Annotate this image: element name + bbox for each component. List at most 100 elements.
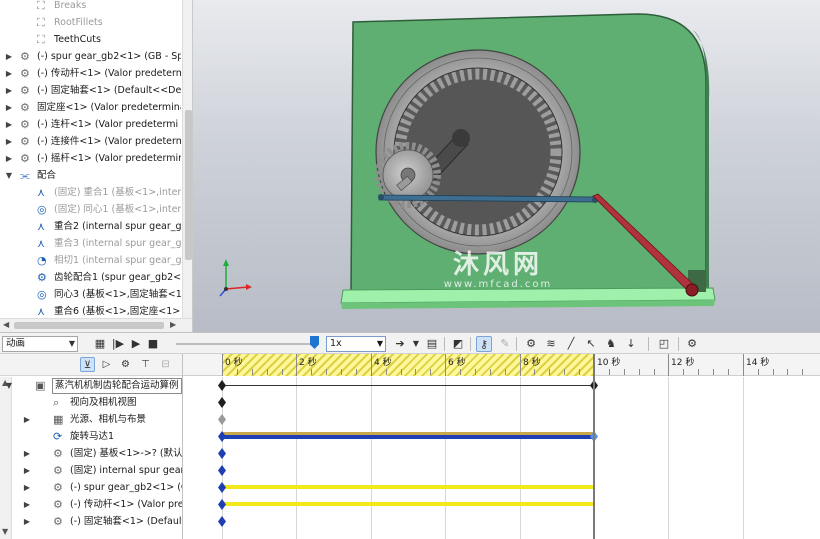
filter-collapse-icon[interactable]: ⊟ [158, 357, 173, 372]
component-motion-bar[interactable] [222, 502, 594, 506]
motion-tree-item[interactable]: ▶ ⚙ (-) 传动杆<1> (Valor pre [0, 496, 182, 513]
expand-arrow-icon[interactable]: ▶ [22, 462, 32, 479]
keyframe-marker[interactable] [218, 397, 226, 408]
feature-tree-item[interactable]: ◔ 相切1 (internal spur gear_gb [0, 252, 181, 269]
calculate-icon[interactable]: ▦ [92, 336, 108, 352]
collapse-arrow-icon[interactable]: ▼ [4, 167, 14, 184]
animation-wizard-icon[interactable]: ◩ [450, 336, 466, 352]
spring-icon[interactable]: ≋ [543, 336, 559, 352]
timeline-ruler[interactable]: 0 秒 2 秒 4 秒 6 秒 8 秒 10 秒 12 秒 14 秒 [183, 354, 820, 376]
autokey-icon[interactable]: ⚷ [476, 336, 492, 352]
scroll-left-icon[interactable]: ◀ [3, 320, 9, 329]
feature-tree-item[interactable]: ⛶ TeethCuts [0, 31, 181, 48]
motor-icon[interactable]: ⚙ [523, 336, 539, 352]
expand-arrow-icon[interactable]: ▶ [4, 82, 14, 99]
motion-tree-item[interactable]: ▶ ⚙ (固定) 基板<1>->? (默认< [0, 445, 182, 462]
feature-tree-item[interactable]: ⋏ (固定) 重合1 (基板<1>,interna [0, 184, 181, 201]
filter-driving-icon[interactable]: ▷ [99, 357, 114, 372]
study-type-select[interactable]: 动画 ▼ [2, 336, 78, 352]
feature-tree-item[interactable]: ▼ ⫘ 配合 [0, 167, 181, 184]
feature-tree-item[interactable]: ⋏ 重合2 (internal spur gear_gb [0, 218, 181, 235]
chevron-down-icon[interactable]: ▼ [377, 337, 383, 351]
expand-arrow-icon[interactable]: ▶ [22, 496, 32, 513]
graphics-viewport[interactable]: 沐风网 www.mfcad.com [193, 0, 820, 332]
filter-selected-icon[interactable]: ⚙ [118, 357, 133, 372]
feature-tree-item[interactable]: ▶ ⚙ (-) 摇杆<1> (Valor predetermina [0, 150, 181, 167]
chevron-down-icon[interactable]: ▼ [69, 337, 75, 351]
keyframe-marker[interactable] [218, 448, 226, 459]
expand-arrow-icon[interactable]: ▶ [4, 116, 14, 133]
feature-tree-item[interactable]: ▶ ⚙ (-) 连杆<1> (Valor predetermi [0, 116, 181, 133]
keyframe-marker[interactable] [218, 482, 226, 493]
expand-arrow-icon[interactable]: ▶ [4, 99, 14, 116]
expand-arrow-icon[interactable]: ▶ [4, 133, 14, 150]
ruler-minor-tick [326, 369, 327, 375]
playback-speed-select[interactable]: 1x ▼ [326, 336, 386, 352]
feature-tree-item[interactable]: ▶ ⚙ (-) 传动杆<1> (Valor predetermi [0, 65, 181, 82]
feature-tree-item[interactable]: ▶ ⚙ 固定座<1> (Valor predeterminad [0, 99, 181, 116]
study-properties-icon[interactable]: ⚙ [684, 336, 700, 352]
feature-tree-item[interactable]: ⚙ 齿轮配合1 (spur gear_gb2<1 [0, 269, 181, 286]
scrollbar-thumb[interactable] [185, 110, 192, 260]
filter-animated-icon[interactable]: ⊻ [80, 357, 95, 372]
damper-icon[interactable]: ╱ [563, 336, 579, 352]
tree-vertical-scrollbar[interactable] [182, 0, 192, 318]
add-key-icon[interactable]: ✎ [497, 336, 513, 352]
motion-tree-item[interactable]: ▼ ▣ 蒸汽机机制齿轮配合运动算例 [0, 377, 182, 394]
chevron-down-icon[interactable]: ▼ [408, 336, 424, 352]
playback-mode-icon[interactable]: ➔ [392, 336, 408, 352]
motion-tree-label: 旋转马达1 [70, 431, 115, 442]
keyframe-marker[interactable] [218, 499, 226, 510]
expand-arrow-icon[interactable]: ▶ [22, 513, 32, 530]
feature-tree-item[interactable]: ⛶ RootFillets [0, 14, 181, 31]
results-plots-icon[interactable]: ◰ [656, 336, 672, 352]
expand-arrow-icon[interactable]: ▶ [22, 445, 32, 462]
motion-tree-item[interactable]: ▶ ⚙ (固定) internal spur gear [0, 462, 182, 479]
ruler-minor-tick [639, 369, 640, 375]
playback-slider-thumb[interactable] [310, 336, 319, 349]
ruler-minor-tick [475, 369, 476, 375]
playback-slider[interactable] [176, 343, 316, 345]
expand-arrow-icon[interactable]: ▶ [4, 150, 14, 167]
feature-tree-item[interactable]: ⛶ Breaks [0, 0, 181, 14]
time-bar[interactable] [593, 354, 595, 539]
keyframe-marker[interactable] [218, 380, 226, 391]
expand-arrow-icon[interactable]: ▶ [22, 479, 32, 496]
collapse-arrow-icon[interactable]: ▼ [4, 377, 14, 394]
ruler-minor-tick [683, 369, 684, 375]
contact-icon[interactable]: ♞ [603, 336, 619, 352]
feature-tree-item[interactable]: ▶ ⚙ (-) 连接件<1> (Valor predetermi [0, 133, 181, 150]
motion-tree-item[interactable]: ▶ ⚙ (-) spur gear_gb2<1> (G [0, 479, 182, 496]
feature-tree-item[interactable]: ▶ ⚙ (-) 固定轴套<1> (Default<<Defau [0, 82, 181, 99]
motion-tree-item[interactable]: ⌕ 视向及相机视图 [0, 394, 182, 411]
expand-arrow-icon[interactable]: ▶ [4, 48, 14, 65]
scroll-right-icon[interactable]: ▶ [170, 320, 176, 329]
gravity-icon[interactable]: ↓ [623, 336, 639, 352]
save-animation-icon[interactable]: ▤ [424, 336, 440, 352]
filter-results-icon[interactable]: ⊤ [138, 357, 153, 372]
part-icon: ⚙ [53, 515, 63, 528]
motor-timeline-bar[interactable] [222, 435, 594, 439]
feature-tree-item[interactable]: ◎ 同心3 (基板<1>,固定轴套<1> [0, 286, 181, 303]
expand-arrow-icon[interactable]: ▶ [4, 65, 14, 82]
tree-horizontal-scrollbar[interactable]: ◀ ▶ [0, 318, 192, 332]
feature-tree-item[interactable]: ▶ ⚙ (-) spur gear_gb2<1> (GB - Spu [0, 48, 181, 65]
expand-arrow-icon[interactable]: ▶ [22, 411, 32, 428]
motion-tree-item[interactable]: ⟳ 旋转马达1 [0, 428, 182, 445]
motion-tree-item[interactable]: ▶ ▦ 光源、相机与布景 [0, 411, 182, 428]
axis-triad [219, 259, 252, 297]
scrollbar-thumb[interactable] [14, 322, 164, 329]
feature-tree-item[interactable]: ⋏ 重合3 (internal spur gear_gb [0, 235, 181, 252]
feature-tree-item[interactable]: ◎ (固定) 同心1 (基板<1>,interna [0, 201, 181, 218]
keyframe-marker[interactable] [218, 414, 226, 425]
play-from-start-icon[interactable]: |▶ [110, 336, 126, 352]
motion-tree-item[interactable]: ▶ ⚙ (-) 固定轴套<1> (Default [0, 513, 182, 530]
force-icon[interactable]: ↖ [583, 336, 599, 352]
ruler-minor-tick [728, 369, 729, 375]
keyframe-marker[interactable] [218, 516, 226, 527]
component-motion-bar[interactable] [222, 485, 594, 489]
stop-icon[interactable]: ■ [145, 336, 161, 352]
motion-timeline[interactable]: 0 秒 2 秒 4 秒 6 秒 8 秒 10 秒 12 秒 14 秒 [183, 354, 820, 539]
keyframe-marker[interactable] [218, 465, 226, 476]
play-icon[interactable]: ▶ [128, 336, 144, 352]
